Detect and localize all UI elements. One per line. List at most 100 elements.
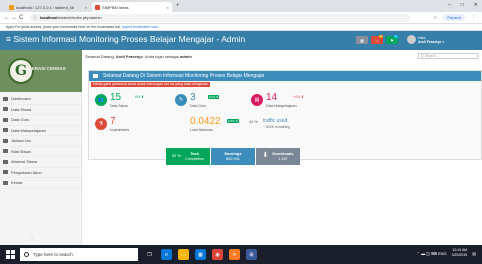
user-menu[interactable]: Halo, Andi Prasetyo ▾ [407, 35, 444, 44]
edge-icon[interactable]: e [161, 249, 172, 260]
teacher-icon: ✎ [175, 94, 187, 106]
start-button[interactable] [6, 250, 15, 259]
users-icon [3, 107, 8, 112]
notification-badge: 1 [379, 35, 383, 38]
close-tab-icon[interactable]: × [85, 5, 87, 10]
xampp-icon[interactable]: ✕ [229, 249, 240, 260]
forward-button[interactable]: → [11, 15, 17, 21]
grades-icon [3, 149, 8, 154]
stat-change: +4% ⬇ [293, 95, 305, 99]
reload-button[interactable]: C [19, 15, 23, 21]
address-toolbar: ← → C ⓘ localhost/sistemi/index.php/admi… [0, 12, 482, 24]
taskbar-search-input[interactable]: Type here to search [20, 248, 138, 261]
sidebar-item-data-guru[interactable]: Data Guru [0, 115, 82, 126]
close-window-button[interactable]: ✕ [474, 2, 478, 8]
tile-text: Downloads 1,337 [272, 151, 294, 161]
sidebar-item-label: Data Guru [11, 117, 30, 123]
sidebar-item-label: Absensi Siswa [11, 159, 38, 165]
bell-icon[interactable]: ♪ 1 [371, 35, 383, 44]
sidebar-item-keluar[interactable]: Keluar [0, 178, 82, 189]
sidebar-item-jadwal-les[interactable]: Jadwal Les [0, 136, 82, 147]
clock-date: 3/29/2019 [451, 253, 468, 257]
flag-icon[interactable]: ⚑ 1 [386, 35, 398, 44]
minimize-button[interactable]: – [448, 2, 451, 8]
sidebar-item-dashboard[interactable]: Dashboard [0, 94, 82, 105]
grid-icon[interactable]: ▦ [356, 36, 368, 44]
download-icon: ⬇ [262, 152, 269, 160]
stat-value: 14 [266, 92, 278, 103]
sidebar-item-label: Jadwal Les [11, 138, 32, 144]
explorer-icon[interactable]: ▭ [178, 249, 189, 260]
sidebar-scroll-handle[interactable]: ⋮ [30, 236, 34, 241]
app-title: ≡ Sistem Informasi Monitoring Proses Bel… [6, 34, 246, 44]
sidebar-item-absensi-siswa[interactable]: Absensi Siswa [0, 157, 82, 168]
sidebar-item-nilai-siswa[interactable]: Nilai Siswa [0, 147, 82, 157]
star-icon[interactable]: ☆ [433, 15, 437, 21]
sidebar-item-label: Dashboard [11, 96, 31, 102]
import-bookmarks-link[interactable]: Import bookmarks now... [122, 25, 160, 29]
tile-sub: $32,091 [226, 156, 240, 161]
browser-tab-simpbm[interactable]: SIMPBM Ideas × [92, 2, 172, 12]
tile-task-completion: 92 % Task Completion [166, 148, 210, 165]
search-input[interactable]: Q Search... [418, 53, 478, 59]
sidebar-item-pengaturan-akun[interactable]: Pengaturan Akun [0, 168, 82, 178]
tile-text: Task Completion [185, 151, 204, 161]
user-name: Andi Prasetyo [418, 39, 442, 44]
sidebar-item-data-matapelajaran[interactable]: Data Matapelajaran [0, 126, 82, 136]
clock[interactable]: 10:10 AM 3/29/2019 [452, 248, 468, 258]
search-icon [24, 252, 29, 257]
stat-label: experiments [110, 128, 130, 132]
tile-earnings: Earnings $32,091 [211, 148, 255, 165]
logout-icon [3, 180, 8, 185]
stat-change: 6% ⬆ [135, 95, 144, 99]
browser-tab-phpmyadmin[interactable]: localhost / 127.0.0.1 / sistemi_kb × [6, 2, 90, 12]
stat-load-halaman: 0.0422 0.5% ⬆ Load Halaman [175, 117, 255, 133]
sidebar-item-label: Data Siswa [11, 106, 32, 112]
url-input[interactable]: ⓘ localhost/sistemi/index.php/admin [30, 14, 410, 22]
maximize-button[interactable]: □ [461, 2, 464, 8]
tray-icons[interactable]: ⌃ ▬ ◫ ⌨ ENG [417, 251, 447, 256]
stat-data-matapelajaran: ▤ 14 +4% ⬇ Data Matapelajaran [251, 93, 341, 109]
stat-tag: 0.5% ⬆ [227, 119, 240, 123]
browser-tabstrip: localhost / 127.0.0.1 / sistemi_kb × SIM… [0, 0, 482, 12]
password-notice: Harap ganti password Anda untuk mencegah… [91, 82, 210, 87]
notifications-icon[interactable]: ▤ [472, 251, 476, 256]
dashboard-panel: Selamat Datang Di Sistem Informasi Monit… [88, 70, 482, 165]
chrome-icon[interactable]: ◉ [212, 249, 223, 260]
task-badge: 1 [394, 35, 398, 38]
task-view-icon[interactable]: ❐ [144, 249, 155, 260]
bookmarks-hint: Apps For quick access, place your bookma… [6, 25, 121, 29]
windows-taskbar: Type here to search ❐ e ▭ ▦ ◉ ✕ ⊞ ⌃ ▬ ◫ … [0, 245, 482, 264]
sidebar-item-label: Data Matapelajaran [11, 127, 46, 133]
close-tab-icon[interactable]: × [167, 5, 169, 10]
tile-sub: 1,337 [278, 156, 288, 161]
stat-tag: 12% ⬆ [208, 95, 220, 99]
tile-title: Earnings [224, 151, 242, 156]
stat-data-siswa: 👥 15 6% ⬆ Data Siswa [95, 93, 175, 109]
stat-value: 15 [110, 92, 122, 103]
profile-button[interactable]: Paused [443, 14, 465, 21]
store-icon[interactable]: ▦ [195, 249, 206, 260]
stat-value: 42 % [249, 119, 259, 124]
back-button[interactable]: ← [4, 15, 10, 21]
menu-icon[interactable]: ⋮ [471, 15, 476, 21]
site-favicon-icon [95, 4, 100, 10]
welcome-mid: . Anda login sebagai [142, 54, 179, 59]
new-tab-button[interactable]: + [176, 3, 180, 9]
url-path: /sistemi/index.php/admin [57, 15, 102, 20]
sidebar-menu: Dashboard Data Siswa Data Guru Data Mata… [0, 94, 82, 189]
tile-pct: 92 % [171, 153, 181, 159]
toolbar-right: ☆ Paused ⋮ [433, 14, 476, 21]
teacher-icon [3, 117, 8, 122]
phpmyadmin-icon [9, 4, 14, 10]
welcome-line: Selamat Datang, Andi Prasetyo. Anda logi… [85, 54, 192, 59]
app-icon[interactable]: ⊞ [246, 249, 257, 260]
sidebar-item-label: Keluar [11, 180, 23, 186]
stat-value: 7 [110, 116, 116, 127]
sidebar-item-data-siswa[interactable]: Data Siswa [0, 105, 82, 115]
stat-label: Data Matapelajaran [266, 104, 297, 108]
users-icon: 👥 [95, 94, 107, 106]
brand-name: GENERASI CERDAS [22, 66, 66, 71]
stat-sub: ~ 8026 remaining [263, 125, 291, 129]
tile-title: Downloads [272, 151, 294, 156]
